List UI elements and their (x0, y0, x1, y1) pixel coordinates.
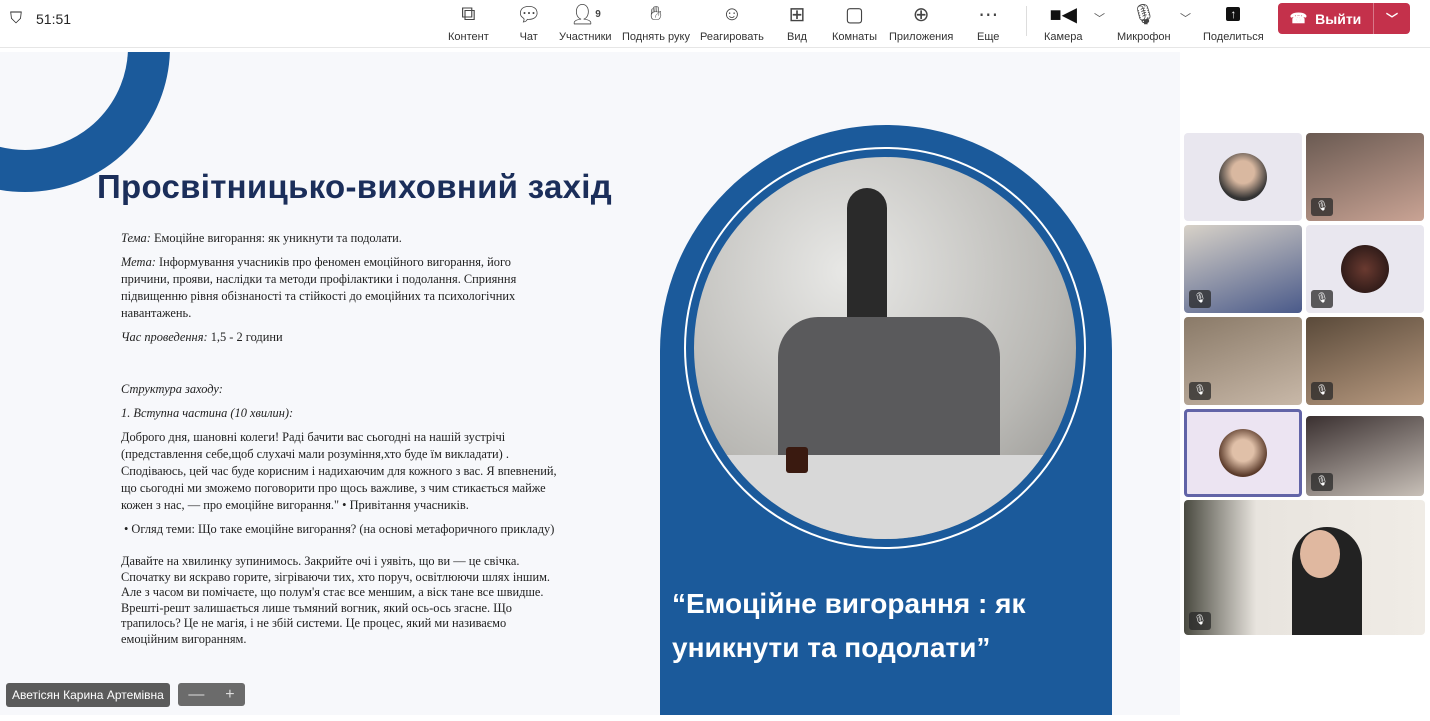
slide-quote: “Емоційне вигорання : як уникнути та под… (672, 588, 1026, 663)
leave-label: Выйти (1315, 10, 1362, 27)
shield-icon: ⛉ (10, 10, 23, 27)
more-button[interactable]: ⋯ Еще (977, 0, 999, 48)
part1-heading: 1. Вступна частина (10 хвилин): (121, 406, 294, 420)
timer-text: 51:51 (36, 11, 72, 27)
mic-off-icon: 🎙︎ (1311, 382, 1333, 400)
meeting-toolbar: ⛉ 51:51 ⧉ Контент 💬︎ Чат 👤︎ 9 Участники ✋︎ По… (0, 0, 1430, 48)
avatar (1219, 429, 1267, 477)
participants-button[interactable]: 👤︎ 9 Участники (559, 0, 612, 48)
candle-text: Давайте на хвилинку зупинимось. Закрийте… (121, 554, 551, 646)
grid-icon: ⊞ (788, 3, 806, 26)
greeting-text: Доброго дня, шановні колеги! Раді бачити… (121, 430, 557, 512)
raise-hand-icon: ✋︎ (650, 2, 662, 25)
rooms-icon: ▢ (845, 3, 864, 26)
avatar (1219, 153, 1267, 201)
rooms-button[interactable]: ▢ Комнаты (832, 0, 877, 48)
overview-text: • Огляд теми: Що таке емоційне вигорання… (124, 522, 555, 536)
camera-options-chevron-icon[interactable]: ﹀ (1094, 10, 1105, 26)
add-app-icon: ⊕ (912, 3, 930, 26)
zoom-controls: — + (178, 683, 245, 706)
zoom-out-button[interactable]: — (188, 686, 204, 704)
time-label: Час проведення: (121, 330, 208, 344)
slide-photo-frame (684, 147, 1086, 549)
participant-tile[interactable]: 🎙︎ (1184, 225, 1302, 313)
presenter-name-badge: Аветісян Карина Артемівна (6, 683, 170, 707)
share-icon: ↑ (1226, 1, 1241, 27)
mic-off-icon: 🎙︎ (1311, 290, 1333, 308)
participant-tile[interactable]: 🎙︎ (1306, 225, 1424, 313)
phone-hangup-icon: ☎ (1289, 10, 1308, 26)
chat-icon: 💬︎ (516, 3, 542, 26)
chat-button[interactable]: 💬︎ Чат (516, 0, 541, 48)
participants-count: 9 (595, 8, 601, 20)
meta-text: Інформування учасників про феномен емоці… (121, 255, 517, 320)
participant-tile-active[interactable] (1184, 409, 1302, 497)
participant-tile[interactable]: 🎙︎ (1184, 317, 1302, 405)
smile-icon: ☺ (721, 2, 743, 25)
people-icon: 👤︎ 9 (569, 3, 601, 26)
time-text: 1,5 - 2 години (210, 330, 283, 344)
slide-title: Просвітницько-виховний захід (97, 168, 613, 205)
participant-tile[interactable]: 🎙︎ (1306, 133, 1424, 221)
tema-label: Тема: (121, 231, 151, 245)
mic-off-icon: 🎙︎ (1131, 3, 1157, 26)
mic-off-icon: 🎙︎ (1189, 612, 1211, 630)
tema-text: Емоційне вигорання: як уникнути та подол… (153, 231, 402, 245)
share-button[interactable]: ↑ Поделиться (1203, 0, 1264, 48)
participant-tile[interactable]: 🎙︎ (1306, 317, 1424, 405)
content-button[interactable]: ⧉ Контент (448, 0, 489, 48)
structure-heading: Структура заходу: (121, 382, 223, 396)
slide-body: Тема: Емоційне вигорання: як уникнути та… (121, 230, 561, 654)
camera-icon: ■◀ (1049, 3, 1077, 26)
participant-tile[interactable]: 🎙︎ (1306, 416, 1424, 496)
microphone-button[interactable]: 🎙︎ Микрофон (1117, 0, 1171, 48)
burnout-photo (694, 157, 1076, 539)
raise-hand-button[interactable]: ✋︎ Поднять руку (622, 0, 690, 48)
shared-slide: Просвітницько-виховний захід Тема: Емоці… (0, 52, 1180, 715)
react-button[interactable]: ☺ Реагировать (700, 0, 764, 48)
meta-label: Мета: (121, 255, 156, 269)
participant-tile[interactable] (1184, 133, 1302, 221)
meeting-timer: ⛉ 51:51 (10, 10, 71, 28)
zoom-in-button[interactable]: + (225, 686, 234, 704)
apps-button[interactable]: ⊕ Приложения (889, 0, 953, 48)
share-content-icon: ⧉ (461, 2, 476, 25)
leave-button[interactable]: ☎ Выйти ﹀ (1278, 3, 1410, 34)
participant-tile-large[interactable]: 🎙︎ (1184, 500, 1425, 635)
view-button[interactable]: ⊞ Вид (787, 0, 807, 48)
mic-off-icon: 🎙︎ (1311, 473, 1333, 491)
avatar (1341, 245, 1389, 293)
mic-options-chevron-icon[interactable]: ﹀ (1180, 10, 1191, 26)
mic-off-icon: 🎙︎ (1311, 198, 1333, 216)
toolbar-divider (1026, 6, 1027, 36)
mic-off-icon: 🎙︎ (1189, 290, 1211, 308)
mic-off-icon: 🎙︎ (1189, 382, 1211, 400)
camera-button[interactable]: ■◀ Камера (1044, 0, 1082, 48)
leave-options-chevron-icon[interactable]: ﹀ (1374, 10, 1410, 27)
more-icon: ⋯ (978, 3, 999, 26)
